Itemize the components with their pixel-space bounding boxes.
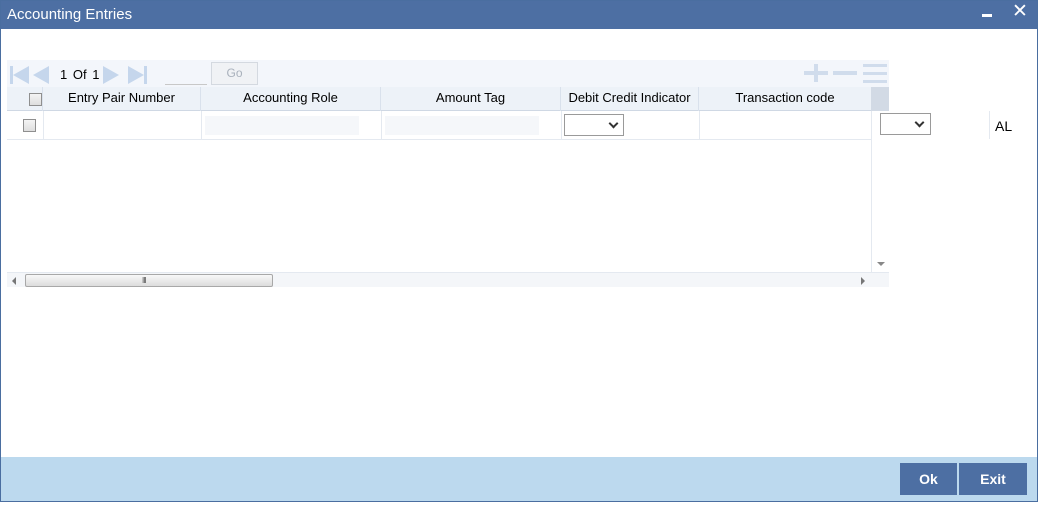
window-title: Accounting Entries [7, 6, 133, 23]
scroll-right-icon[interactable] [861, 277, 865, 285]
horizontal-scroll-thumb[interactable]: III [25, 274, 273, 287]
add-row-icon[interactable] [804, 64, 828, 82]
close-icon[interactable]: ✕ [1012, 2, 1028, 21]
vertical-scrollbar[interactable] [871, 111, 889, 272]
accounting-entries-window: Accounting Entries ✕ 1 Of 1 Go Entry Pai… [0, 0, 1038, 502]
column-header-entry-pair-number[interactable]: Entry Pair Number [43, 87, 201, 111]
title-bar: Accounting Entries ✕ [1, 1, 1037, 29]
page-of-label: Of [72, 67, 87, 82]
single-view-icon[interactable] [863, 64, 887, 84]
select-all-checkbox[interactable] [29, 93, 42, 106]
page-number-input[interactable] [165, 67, 207, 85]
scroll-down-icon[interactable] [877, 262, 885, 266]
row-select-checkbox[interactable] [23, 119, 36, 132]
overflow-column-select[interactable] [880, 113, 931, 135]
column-header-transaction-code[interactable]: Transaction code [699, 87, 871, 111]
table-header: Entry Pair Number Accounting Role Amount… [7, 87, 871, 111]
current-page: 1 [60, 67, 68, 82]
total-pages: 1 [92, 67, 100, 82]
header-scroll-cap [871, 87, 889, 111]
previous-page-icon[interactable] [33, 66, 51, 84]
column-header-accounting-role[interactable]: Accounting Role [201, 87, 381, 111]
accounting-entries-grid: 1 Of 1 Go Entry Pair Number Accounting R… [7, 60, 891, 288]
exit-button[interactable]: Exit [959, 463, 1027, 495]
table-row [7, 111, 871, 140]
go-button[interactable]: Go [211, 62, 258, 85]
column-header-amount-tag[interactable]: Amount Tag [381, 87, 561, 111]
next-page-icon[interactable] [103, 66, 121, 84]
transaction-code-field[interactable] [703, 116, 867, 135]
scroll-left-icon[interactable] [12, 277, 16, 285]
column-header-debit-credit-indicator[interactable]: Debit Credit Indicator [561, 87, 699, 111]
entry-pair-number-field[interactable] [47, 116, 197, 135]
delete-row-icon[interactable] [833, 71, 857, 75]
horizontal-scrollbar[interactable]: III [7, 272, 889, 287]
footer-bar: Ok Exit [1, 457, 1037, 501]
minimize-icon[interactable] [982, 14, 992, 17]
ok-button[interactable]: Ok [900, 463, 957, 495]
page-indicator: 1 Of 1 [59, 67, 100, 82]
last-page-icon[interactable] [128, 66, 147, 84]
amount-tag-field[interactable] [385, 116, 539, 135]
column-divider [989, 111, 990, 139]
chevron-down-icon [914, 117, 925, 128]
scroll-grip: III [142, 276, 147, 285]
grid-toolbar: 1 Of 1 Go [7, 60, 889, 87]
debit-credit-indicator-select[interactable] [564, 114, 624, 136]
chevron-down-icon [608, 118, 619, 129]
first-page-icon[interactable] [10, 66, 29, 84]
overflow-column-text: AL [995, 118, 1013, 134]
accounting-role-field[interactable] [205, 116, 359, 135]
